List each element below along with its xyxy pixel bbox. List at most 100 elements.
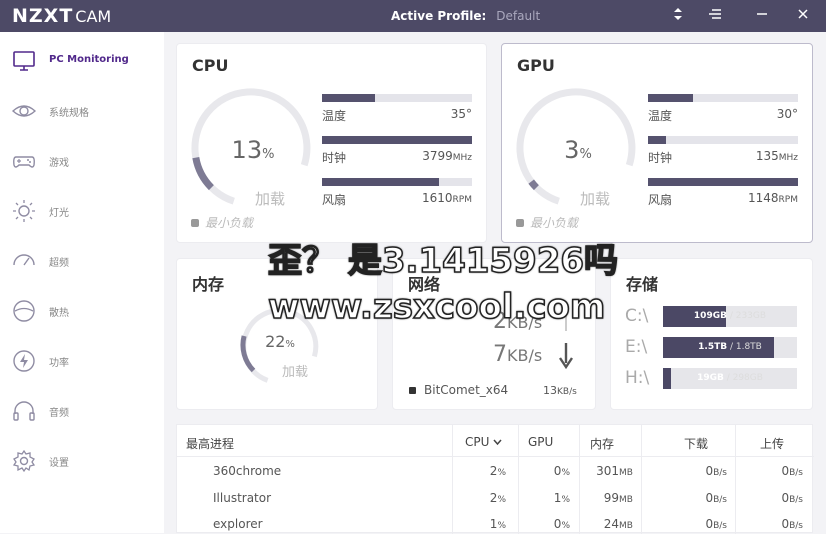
mem-value: 99 [603, 491, 620, 505]
mem-unit: MB [619, 521, 633, 531]
sidebar-item-audio[interactable]: 音频 [0, 396, 164, 426]
down-value: 0 [705, 491, 714, 505]
memory-card[interactable]: 内存 22% 加载 [176, 258, 378, 410]
gpu-min-load: 最小负载 [516, 214, 578, 231]
process-memory: 301MB [579, 464, 633, 478]
sidebar-item-label: 功率 [49, 358, 69, 369]
col-header-process[interactable]: 最高进程 [186, 435, 234, 452]
up-value: 0 [781, 517, 790, 531]
down-value: 0 [705, 517, 714, 531]
sidebar-item-games[interactable]: 游戏 [0, 146, 164, 176]
mem-value: 301 [596, 464, 620, 478]
cpu-clock-unit: MHz [452, 153, 472, 163]
gpu-load-label: 加载 [580, 190, 611, 208]
network-card[interactable]: 网络 2KB/s 7KB/s BitComet_x64 13KB/s [392, 258, 596, 410]
mem-value: 24 [603, 517, 620, 531]
title-bar: NZXT CAM Active Profile: Default [0, 0, 826, 32]
pct-unit: % [497, 521, 506, 531]
process-table: 最高进程 CPU GPU 内存 下载 上传 360chrome 2% 0% 30… [176, 424, 814, 534]
upload-arrow-icon [565, 311, 567, 331]
rate-unit: B/s [789, 495, 803, 505]
process-name: 360chrome [213, 464, 282, 478]
disk-letter: H:\ [625, 368, 650, 388]
sidebar-item-overclock[interactable]: 超频 [0, 246, 164, 276]
cpu-fan-number: 1610 [422, 191, 453, 205]
rate-unit: B/s [789, 521, 803, 531]
process-cpu: 2% [452, 491, 506, 505]
gear-icon [12, 449, 36, 473]
disk-used: 109GB [693, 311, 727, 321]
gpu-clock-unit: MHz [778, 153, 798, 163]
legend-swatch [516, 219, 524, 227]
gpu-fan-bar-fill [648, 178, 798, 186]
cpu-clock-value: 3799MHz [392, 149, 472, 163]
sidebar: PC Monitoring 系统规格 游戏 灯光 超频 散热 功率 音频 设置 [0, 32, 164, 533]
col-header-cpu-label: CPU [465, 435, 490, 449]
cpu-clock-bar [322, 136, 472, 144]
col-header-gpu[interactable]: GPU [528, 435, 553, 449]
sidebar-item-lighting[interactable]: 灯光 [0, 196, 164, 226]
memory-percent: 22% [245, 332, 315, 351]
col-header-download[interactable]: 下载 [684, 435, 708, 452]
disk-sep: / [726, 311, 736, 321]
rate-unit: B/s [713, 468, 727, 478]
rate-unit: B/s [789, 468, 803, 478]
pct-unit: % [497, 495, 506, 505]
brand-name: NZXT [12, 5, 74, 27]
sidebar-item-cooling[interactable]: 散热 [0, 296, 164, 326]
process-download: 0B/s [641, 491, 727, 505]
gamepad-icon [12, 149, 36, 173]
gpu-card[interactable]: GPU 3% 加载 最小负载 温度 30° 时钟 135MHz 风扇 1148R… [501, 43, 813, 243]
cpu-fan-bar [322, 178, 472, 186]
pct-unit: % [561, 468, 570, 478]
rate-unit: B/s [713, 495, 727, 505]
active-profile[interactable]: Active Profile: Default [391, 9, 540, 23]
menu-icon[interactable] [708, 7, 722, 25]
network-title: 网络 [408, 275, 441, 294]
minimize-icon[interactable] [756, 7, 768, 25]
gpu-percent: 3% [528, 136, 628, 164]
disk-sep: / [723, 373, 733, 383]
disk-usage-text: 19GB / 298GB [663, 368, 797, 389]
download-arrow-icon [559, 343, 573, 369]
up-value: 0 [781, 464, 790, 478]
sidebar-item-label: 设置 [49, 458, 69, 469]
pct-unit: % [561, 495, 570, 505]
sidebar-item-label: 散热 [49, 308, 69, 319]
headphones-icon [12, 399, 36, 423]
sidebar-item-power[interactable]: 功率 [0, 346, 164, 376]
memory-title: 内存 [192, 275, 225, 294]
col-header-cpu[interactable]: CPU [465, 435, 502, 449]
memory-load-label: 加载 [282, 365, 309, 380]
process-upload: 0B/s [735, 517, 803, 531]
gpu-fan-value: 1148RPM [718, 191, 798, 205]
close-icon[interactable] [797, 7, 809, 25]
cpu-clock-bar-fill [322, 136, 472, 144]
storage-card[interactable]: 存储 C:\ 109GB / 233GB E:\ 1.5TB / 1.8TB H… [610, 258, 813, 410]
cpu-percent-unit: % [262, 147, 275, 162]
sidebar-item-settings[interactable]: 设置 [0, 446, 164, 476]
process-gpu: 0% [518, 464, 570, 478]
legend-swatch [409, 387, 416, 394]
gpu-fan-number: 1148 [748, 191, 779, 205]
cpu-percent-value: 13 [231, 136, 263, 164]
process-download: 0B/s [641, 464, 727, 478]
gpu-percent-unit: % [579, 147, 592, 162]
sort-icon[interactable] [673, 7, 683, 25]
gpu-title: GPU [517, 56, 555, 75]
col-header-upload[interactable]: 上传 [760, 435, 784, 452]
cpu-card[interactable]: CPU 13% 加载 最小负载 温度 35° 时钟 3799MHz 风扇 161… [176, 43, 487, 243]
sidebar-item-specs[interactable]: 系统规格 [0, 96, 164, 126]
gpu-percent-value: 3 [564, 136, 580, 164]
sidebar-item-label: 灯光 [49, 208, 69, 219]
sidebar-item-pc-monitoring[interactable]: PC Monitoring [0, 46, 164, 76]
cpu-temp-bar-fill [322, 94, 375, 102]
process-memory: 99MB [579, 491, 633, 505]
eye-icon [11, 99, 37, 123]
profile-value[interactable]: Default [496, 9, 540, 23]
cpu-min-load: 最小负载 [191, 214, 253, 231]
network-process-unit: KB/s [557, 387, 577, 397]
col-header-memory[interactable]: 内存 [590, 435, 614, 452]
disk-usage-bar: 19GB / 298GB [663, 368, 797, 389]
network-process-name: BitComet_x64 [424, 383, 509, 397]
